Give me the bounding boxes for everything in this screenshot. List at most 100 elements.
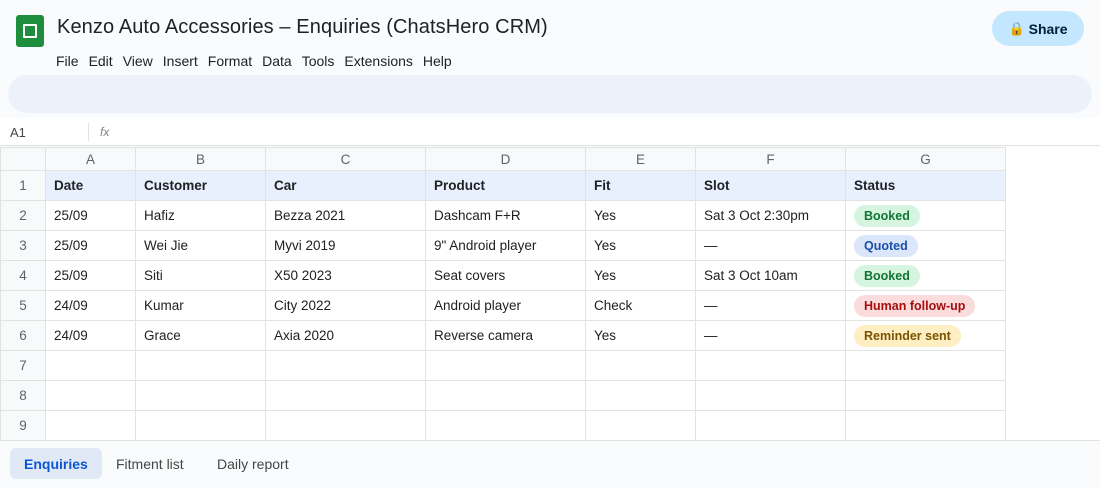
menu-extensions[interactable]: Extensions <box>344 52 418 70</box>
cell-c3[interactable]: Myvi 2019 <box>265 230 426 261</box>
cell-e7[interactable] <box>585 350 696 381</box>
cell-a7[interactable] <box>45 350 136 381</box>
share-button[interactable]: 🔒 Share <box>992 11 1084 46</box>
cell-a4[interactable]: 25/09 <box>45 260 136 291</box>
row-header[interactable]: 1 <box>0 170 46 201</box>
tab-fitment-list[interactable]: Fitment list <box>102 448 198 479</box>
menu-format[interactable]: Format <box>208 52 258 70</box>
cell-a5[interactable]: 24/09 <box>45 290 136 321</box>
cell-c1[interactable]: Car <box>265 170 426 201</box>
cell-g3[interactable]: Quoted <box>845 230 1006 261</box>
cell-g5[interactable]: Human follow-up <box>845 290 1006 321</box>
cell-b8[interactable] <box>135 380 266 411</box>
row-header[interactable]: 6 <box>0 320 46 351</box>
row-header[interactable]: 8 <box>0 380 46 411</box>
row-header[interactable]: 5 <box>0 290 46 321</box>
cell-c7[interactable] <box>265 350 426 381</box>
cell-b1[interactable]: Customer <box>135 170 266 201</box>
cell-b2[interactable]: Hafiz <box>135 200 266 231</box>
cell-g1[interactable]: Status <box>845 170 1006 201</box>
row-header[interactable]: 2 <box>0 200 46 231</box>
column-header-c[interactable]: C <box>265 147 426 171</box>
cell-g4[interactable]: Booked <box>845 260 1006 291</box>
tab-enquiries[interactable]: Enquiries <box>10 448 102 479</box>
cell-e9[interactable] <box>585 410 696 441</box>
cell-e1[interactable]: Fit <box>585 170 696 201</box>
cell-e2[interactable]: Yes <box>585 200 696 231</box>
cell-g2[interactable]: Booked <box>845 200 1006 231</box>
menu-file[interactable]: File <box>56 52 85 70</box>
select-all-corner[interactable] <box>0 147 46 171</box>
formula-divider <box>88 123 89 141</box>
cell-b9[interactable] <box>135 410 266 441</box>
column-header-b[interactable]: B <box>135 147 266 171</box>
cell-d3[interactable]: 9" Android player <box>425 230 586 261</box>
menu-bar: File Edit View Insert Format Data Tools Extensi… <box>56 52 462 70</box>
cell-f4[interactable]: Sat 3 Oct 10am <box>695 260 846 291</box>
cell-f5[interactable]: — <box>695 290 846 321</box>
cell-f6[interactable]: — <box>695 320 846 351</box>
tab-daily-report[interactable]: Daily report <box>203 448 303 479</box>
cell-a8[interactable] <box>45 380 136 411</box>
row-header[interactable]: 4 <box>0 260 46 291</box>
document-title[interactable]: Kenzo Auto Accessories – Enquiries (Chat… <box>57 16 548 39</box>
cell-c5[interactable]: City 2022 <box>265 290 426 321</box>
cell-b3[interactable]: Wei Jie <box>135 230 266 261</box>
cell-d5[interactable]: Android player <box>425 290 586 321</box>
cell-c2[interactable]: Bezza 2021 <box>265 200 426 231</box>
cell-d2[interactable]: Dashcam F+R <box>425 200 586 231</box>
column-header-e[interactable]: E <box>585 147 696 171</box>
cell-b5[interactable]: Kumar <box>135 290 266 321</box>
cell-a6[interactable]: 24/09 <box>45 320 136 351</box>
cell-c6[interactable]: Axia 2020 <box>265 320 426 351</box>
cell-g7[interactable] <box>845 350 1006 381</box>
cell-d7[interactable] <box>425 350 586 381</box>
cell-a2[interactable]: 25/09 <box>45 200 136 231</box>
menu-help[interactable]: Help <box>423 52 458 70</box>
cell-g8[interactable] <box>845 380 1006 411</box>
cell-c8[interactable] <box>265 380 426 411</box>
column-header-g[interactable]: G <box>845 147 1006 171</box>
column-header-f[interactable]: F <box>695 147 846 171</box>
name-box[interactable]: A1 <box>10 125 26 140</box>
menu-tools[interactable]: Tools <box>302 52 341 70</box>
cell-a1[interactable]: Date <box>45 170 136 201</box>
cell-a3[interactable]: 25/09 <box>45 230 136 261</box>
cell-c9[interactable] <box>265 410 426 441</box>
cell-d1[interactable]: Product <box>425 170 586 201</box>
sheet-table: A B C D E F G 1 Date Customer Car Product Fit Slot Sta… <box>0 147 1006 441</box>
cell-d4[interactable]: Seat covers <box>425 260 586 291</box>
menu-data[interactable]: Data <box>262 52 298 70</box>
row-header[interactable]: 3 <box>0 230 46 261</box>
menu-insert[interactable]: Insert <box>163 52 204 70</box>
column-header-a[interactable]: A <box>45 147 136 171</box>
cell-b4[interactable]: Siti <box>135 260 266 291</box>
cell-e8[interactable] <box>585 380 696 411</box>
cell-d9[interactable] <box>425 410 586 441</box>
cell-d6[interactable]: Reverse camera <box>425 320 586 351</box>
cell-c4[interactable]: X50 2023 <box>265 260 426 291</box>
cell-a9[interactable] <box>45 410 136 441</box>
cell-b7[interactable] <box>135 350 266 381</box>
row-header[interactable]: 9 <box>0 410 46 441</box>
menu-view[interactable]: View <box>123 52 159 70</box>
sheets-logo-icon[interactable] <box>16 15 44 47</box>
menu-edit[interactable]: Edit <box>89 52 119 70</box>
cell-f7[interactable] <box>695 350 846 381</box>
column-header-d[interactable]: D <box>425 147 586 171</box>
cell-b6[interactable]: Grace <box>135 320 266 351</box>
cell-f3[interactable]: — <box>695 230 846 261</box>
cell-e4[interactable]: Yes <box>585 260 696 291</box>
table-row: 2 25/09 Hafiz Bezza 2021 Dashcam F+R Yes Sat 3… <box>0 200 1006 231</box>
cell-f1[interactable]: Slot <box>695 170 846 201</box>
row-header[interactable]: 7 <box>0 350 46 381</box>
cell-g9[interactable] <box>845 410 1006 441</box>
cell-g6[interactable]: Reminder sent <box>845 320 1006 351</box>
cell-d8[interactable] <box>425 380 586 411</box>
cell-f9[interactable] <box>695 410 846 441</box>
cell-e6[interactable]: Yes <box>585 320 696 351</box>
cell-e3[interactable]: Yes <box>585 230 696 261</box>
cell-f2[interactable]: Sat 3 Oct 2:30pm <box>695 200 846 231</box>
cell-f8[interactable] <box>695 380 846 411</box>
cell-e5[interactable]: Check <box>585 290 696 321</box>
